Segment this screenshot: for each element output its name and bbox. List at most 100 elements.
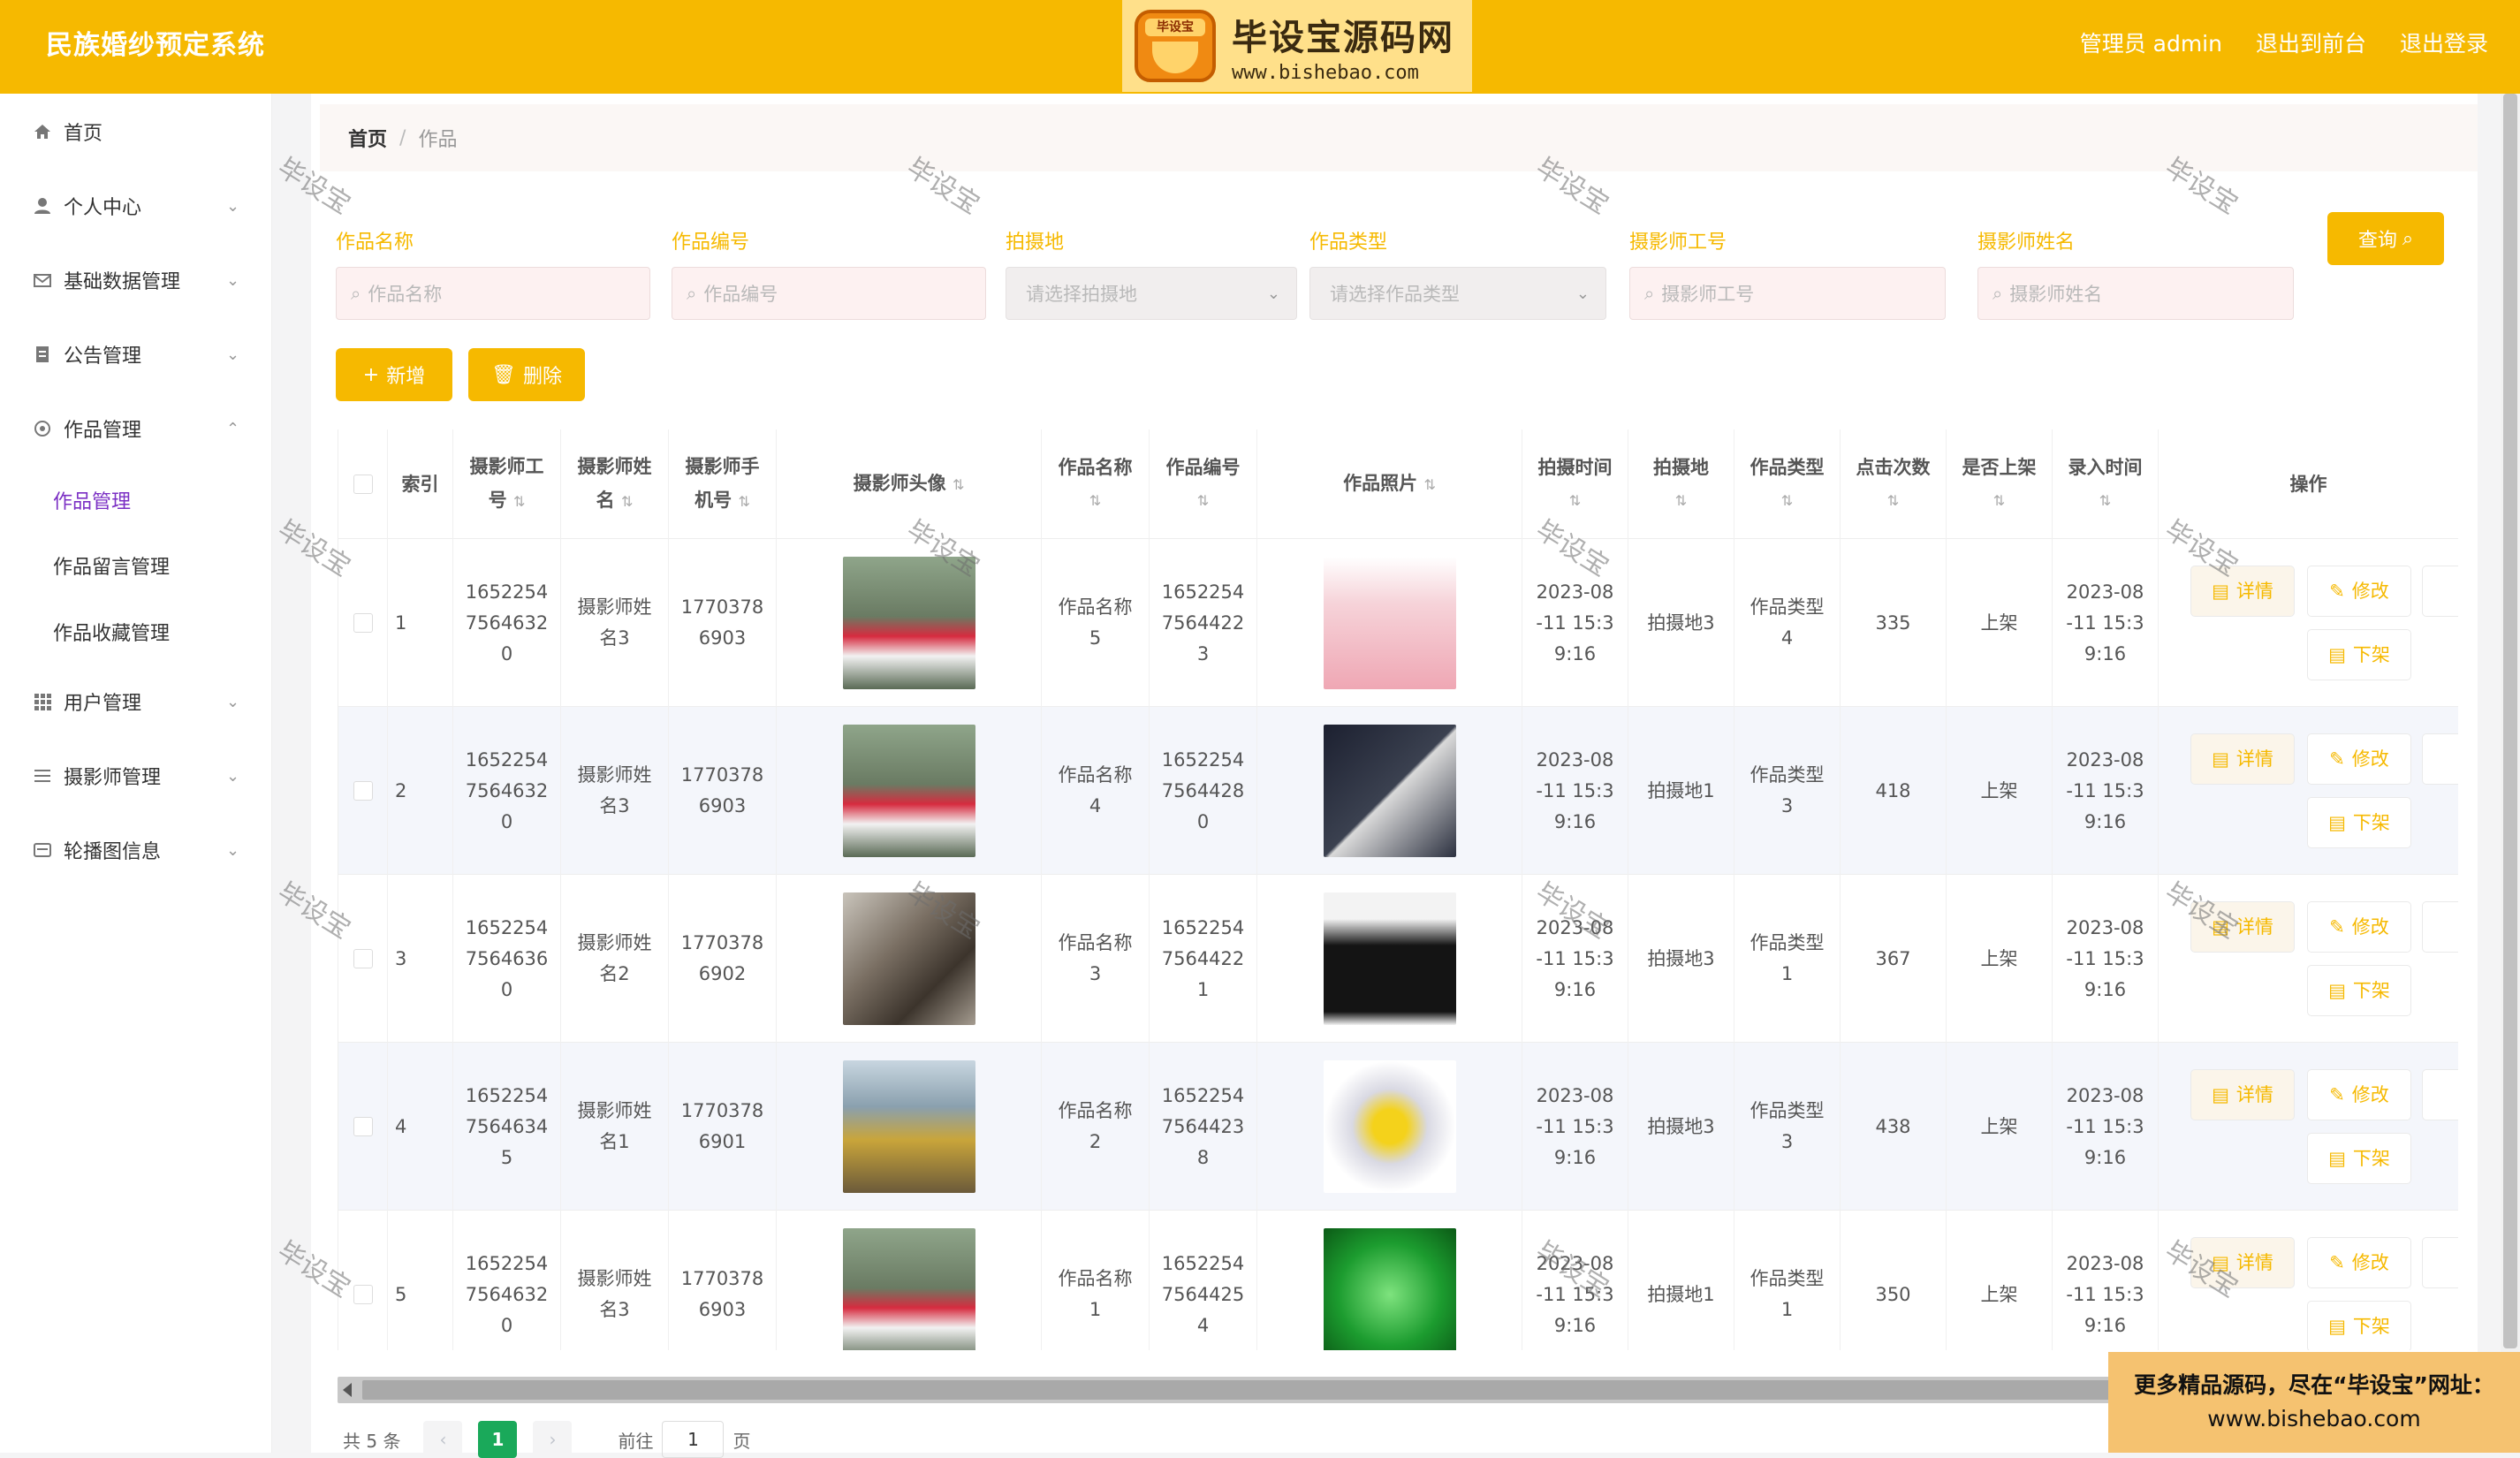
off-shelf-button[interactable]: ▤ 下架 [2307,1301,2411,1350]
row-checkbox[interactable] [353,1117,373,1136]
sidebar-subitem-works-comments[interactable]: 作品留言管理 [53,551,170,580]
work-photo-image[interactable] [1323,892,1456,1025]
off-shelf-button[interactable]: ▤ 下架 [2307,1133,2411,1184]
cell-shoot-time: 2023-08 -11 15:3 9:16 [1522,875,1628,1043]
edit-button[interactable]: ✎ 修改 [2307,1069,2411,1120]
col-clicks[interactable]: 点击次数 ⇅ [1841,429,1947,539]
off-shelf-icon: ▤ [2328,643,2346,665]
place-select[interactable]: 请选择拍摄地 ⌄ [1006,267,1297,320]
col-photo[interactable]: 作品照片 ⇅ [1257,429,1522,539]
col-place[interactable]: 拍摄地 ⇅ [1628,429,1734,539]
sidebar-item-carousel[interactable]: 轮播图信息 ⌄ [0,824,272,877]
sidebar-item-home[interactable]: 首页 [0,105,272,158]
detail-button[interactable]: ▤ 详情 [2190,1237,2295,1288]
sidebar-item-basic-data[interactable]: 基础数据管理 ⌄ [0,254,272,307]
delete-row-button[interactable]: ▯ [2422,1069,2458,1120]
cell-shoot-time: 2023-08 -11 15:3 9:16 [1522,707,1628,875]
cell-emp-no: 1652254 7564632 0 [453,707,561,875]
col-photographer-phone[interactable]: 摄影师手 机号 ⇅ [669,429,777,539]
search-icon: ⌕ [2402,227,2414,250]
add-button[interactable]: + 新增 [336,348,452,401]
cell-p-phone: 1770378 6901 [669,1043,777,1211]
delete-row-button[interactable]: ▯ [2422,733,2458,785]
edit-button[interactable]: ✎ 修改 [2307,1237,2411,1288]
col-type[interactable]: 作品类型 ⇅ [1734,429,1841,539]
cell-work-code: 1652254 7564422 3 [1150,539,1257,707]
cell-p-name: 摄影师姓 名2 [561,875,669,1043]
work-code-input[interactable]: ⌕ 作品编号 [672,267,986,320]
detail-button[interactable]: ▤ 详情 [2190,901,2295,953]
cell-work-name: 作品名称 4 [1042,707,1150,875]
work-photo-image[interactable] [1323,1060,1456,1193]
logo-url: www.bishebao.com [1232,61,1419,84]
photographer-avatar-image[interactable] [842,557,975,689]
work-photo-image[interactable] [1323,557,1456,689]
sidebar-item-photographers[interactable]: 摄影师管理 ⌄ [0,749,272,802]
work-photo-image[interactable] [1323,1228,1456,1350]
work-photo-image[interactable] [1323,725,1456,857]
emp-no-input[interactable]: ⌕ 摄影师工号 [1629,267,1946,320]
row-checkbox[interactable] [353,949,373,968]
scroll-left-icon[interactable] [343,1383,352,1397]
filter-label-work-code: 作品编号 [672,232,750,254]
col-emp-no[interactable]: 摄影师工号 ⇅ [453,429,561,539]
search-icon: ⌕ [351,283,361,304]
col-entry-time[interactable]: 录入时间 ⇅ [2053,429,2159,539]
table-row[interactable]: 1 1652254 7564632 0 摄影师姓 名3 1770378 6903 作品名称 5 16… [338,539,2458,707]
sidebar-item-works[interactable]: 作品管理 ⌃ [0,402,272,455]
col-work-name[interactable]: 作品名称 ⇅ [1042,429,1150,539]
photographer-avatar-image[interactable] [842,892,975,1025]
col-ops: 操作 [2159,429,2458,539]
table-row[interactable]: 5 1652254 7564632 0 摄影师姓 名3 1770378 6903 作品名称 1 16… [338,1211,2458,1350]
sidebar-item-personal-center[interactable]: 个人中心 ⌄ [0,179,272,232]
col-shoot-time[interactable]: 拍摄时间 ⇅ [1522,429,1628,539]
off-shelf-icon: ▤ [2328,1315,2346,1337]
sidebar-subitem-works-manage[interactable]: 作品管理 [53,486,131,514]
col-avatar[interactable]: 摄影师头像 ⇅ [777,429,1042,539]
photographer-avatar-image[interactable] [842,725,975,857]
sidebar-subitem-works-favorites[interactable]: 作品收藏管理 [53,618,170,646]
row-checkbox[interactable] [353,1285,373,1304]
cell-entry-time: 2023-08 -11 15:3 9:16 [2053,539,2159,707]
photographer-avatar-image[interactable] [842,1228,975,1350]
row-checkbox[interactable] [353,781,373,801]
detail-button[interactable]: ▤ 详情 [2190,1069,2295,1120]
detail-button[interactable]: ▤ 详情 [2190,733,2295,785]
col-work-code[interactable]: 作品编号 ⇅ [1150,429,1257,539]
vertical-scrollbar[interactable] [2501,94,2520,1453]
table-row[interactable]: 4 1652254 7564634 5 摄影师姓 名1 1770378 6901 作品名称 2 16… [338,1043,2458,1211]
exit-to-front-link[interactable]: 退出到前台 [2256,27,2366,58]
edit-button[interactable]: ✎ 修改 [2307,566,2411,617]
cell-index: 1 [388,539,453,707]
delete-button[interactable]: 🗑 删除 [468,348,585,401]
table-row[interactable]: 2 1652254 7564632 0 摄影师姓 名3 1770378 6903 作品名称 4 16… [338,707,2458,875]
table-row[interactable]: 3 1652254 7564636 0 摄影师姓 名2 1770378 6902 作品名称 3 16… [338,875,2458,1043]
promo-banner[interactable]: 更多精品源码，尽在“毕设宝”网址： www.bishebao.com [2108,1352,2520,1453]
delete-row-button[interactable]: ▯ [2422,566,2458,617]
logout-link[interactable]: 退出登录 [2400,27,2488,58]
sidebar-item-notice[interactable]: 公告管理 ⌄ [0,328,272,381]
scrollbar-thumb[interactable] [2503,94,2517,1348]
delete-row-button[interactable]: ▯ [2422,901,2458,953]
breadcrumb-home[interactable]: 首页 [348,124,387,152]
query-button[interactable]: 查询 ⌕ [2327,212,2444,265]
work-name-input[interactable]: ⌕ 作品名称 [336,267,650,320]
col-on-shelf[interactable]: 是否上架 ⇅ [1947,429,2053,539]
work-type-select[interactable]: 请选择作品类型 ⌄ [1309,267,1606,320]
off-shelf-button[interactable]: ▤ 下架 [2307,797,2411,848]
col-photographer-name[interactable]: 摄影师姓名 ⇅ [561,429,669,539]
detail-button[interactable]: ▤ 详情 [2190,566,2295,617]
row-checkbox[interactable] [353,613,373,633]
sidebar-item-users[interactable]: 用户管理 ⌄ [0,675,272,728]
delete-row-button[interactable]: ▯ [2422,1237,2458,1288]
edit-button[interactable]: ✎ 修改 [2307,733,2411,785]
cell-photo [1257,1043,1522,1211]
cell-chk [338,875,388,1043]
select-all-checkbox[interactable] [353,475,373,494]
off-shelf-button[interactable]: ▤ 下架 [2307,629,2411,680]
photographer-name-input[interactable]: ⌕ 摄影师姓名 [1977,267,2294,320]
chevron-up-icon: ⌃ [226,419,240,438]
edit-button[interactable]: ✎ 修改 [2307,901,2411,953]
off-shelf-button[interactable]: ▤ 下架 [2307,965,2411,1016]
photographer-avatar-image[interactable] [842,1060,975,1193]
